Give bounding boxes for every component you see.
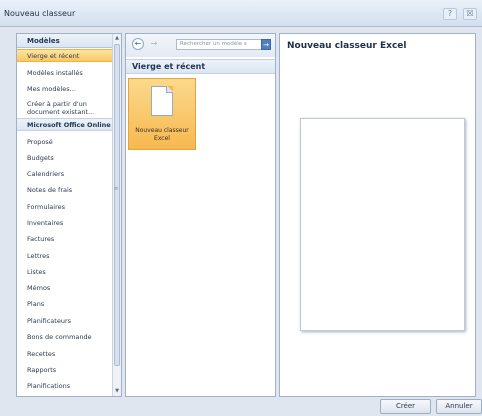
- template-preview-image: [300, 118, 465, 331]
- sidebar-item-forms[interactable]: Formulaires: [17, 203, 113, 211]
- templates-category-list: Modèles Vierge et récent Modèles install…: [16, 33, 122, 397]
- sidebar-item-installed-templates[interactable]: Modèles installés: [17, 69, 113, 77]
- template-search-input[interactable]: Rechercher un modèle s: [176, 39, 262, 50]
- templates-gallery: ← → Rechercher un modèle s → Vierge et r…: [125, 33, 276, 397]
- template-tile-label-line1: Nouveau classeur: [135, 127, 189, 134]
- preview-pane: Nouveau classeur Excel: [279, 33, 476, 397]
- search-go-icon[interactable]: →: [261, 39, 271, 50]
- template-tile-label: Nouveau classeur Excel: [129, 127, 195, 143]
- background-menu-ghost: [0, 0, 300, 6]
- sidebar-item-memos[interactable]: Mémos: [17, 284, 113, 292]
- blank-document-icon: [151, 86, 173, 116]
- sidebar-item-featured[interactable]: Proposé: [17, 138, 113, 146]
- create-button[interactable]: Créer: [380, 399, 431, 414]
- sidebar-item-recipes[interactable]: Recettes: [17, 350, 113, 358]
- sidebar-item-reports[interactable]: Rapports: [17, 366, 113, 374]
- forward-arrow-icon[interactable]: →: [148, 38, 160, 50]
- category-scrollbar[interactable]: ▲ ≡ ▼: [112, 34, 121, 396]
- sidebar-item-inventories[interactable]: Inventaires: [17, 219, 113, 227]
- sidebar-item-planners[interactable]: Planificateurs: [17, 317, 113, 325]
- sidebar-item-schedules[interactable]: Planifications: [17, 382, 113, 390]
- back-arrow-icon[interactable]: ←: [132, 38, 144, 50]
- templates-header: Modèles: [17, 34, 113, 48]
- scroll-thumb[interactable]: [114, 44, 120, 366]
- cancel-button[interactable]: Annuler: [436, 399, 482, 414]
- sidebar-item-plans[interactable]: Plans: [17, 300, 113, 308]
- template-tile-new-workbook[interactable]: Nouveau classeur Excel: [128, 78, 196, 150]
- sidebar-item-from-existing[interactable]: Créer à partir d'un document existant...: [17, 100, 113, 116]
- sidebar-item-blank-recent[interactable]: Vierge et récent: [17, 49, 113, 62]
- sidebar-item-from-existing-line1: Créer à partir d'un: [27, 100, 87, 108]
- gallery-toolbar: ← → Rechercher un modèle s →: [126, 34, 275, 57]
- window-title: Nouveau classeur: [4, 9, 76, 18]
- sidebar-group-office-online: Microsoft Office Online: [17, 118, 113, 131]
- sidebar-item-my-templates[interactable]: Mes modèles...: [17, 85, 113, 93]
- sidebar-item-expense-reports[interactable]: Notes de frais: [17, 186, 113, 194]
- title-bar: Nouveau classeur ? ☒: [0, 0, 482, 27]
- sidebar-item-purchase-orders[interactable]: Bons de commande: [17, 333, 113, 341]
- sidebar-item-calendars[interactable]: Calendriers: [17, 170, 113, 178]
- sidebar-item-invoices[interactable]: Factures: [17, 235, 113, 243]
- sidebar-item-from-existing-line2: document existant...: [27, 108, 95, 116]
- scroll-down-icon[interactable]: ▼: [113, 387, 121, 396]
- scroll-up-icon[interactable]: ▲: [113, 34, 121, 43]
- sidebar-item-budgets[interactable]: Budgets: [17, 154, 113, 162]
- help-button[interactable]: ?: [443, 8, 457, 20]
- template-tile-label-line2: Excel: [154, 135, 170, 142]
- gallery-section-title: Vierge et récent: [126, 59, 275, 74]
- preview-title: Nouveau classeur Excel: [287, 41, 407, 51]
- close-button[interactable]: ☒: [463, 8, 477, 20]
- sidebar-item-letters[interactable]: Lettres: [17, 252, 113, 260]
- sidebar-item-lists[interactable]: Listes: [17, 268, 113, 276]
- page-fold-icon: [166, 86, 173, 93]
- scroll-grip-icon: ≡: [114, 186, 119, 192]
